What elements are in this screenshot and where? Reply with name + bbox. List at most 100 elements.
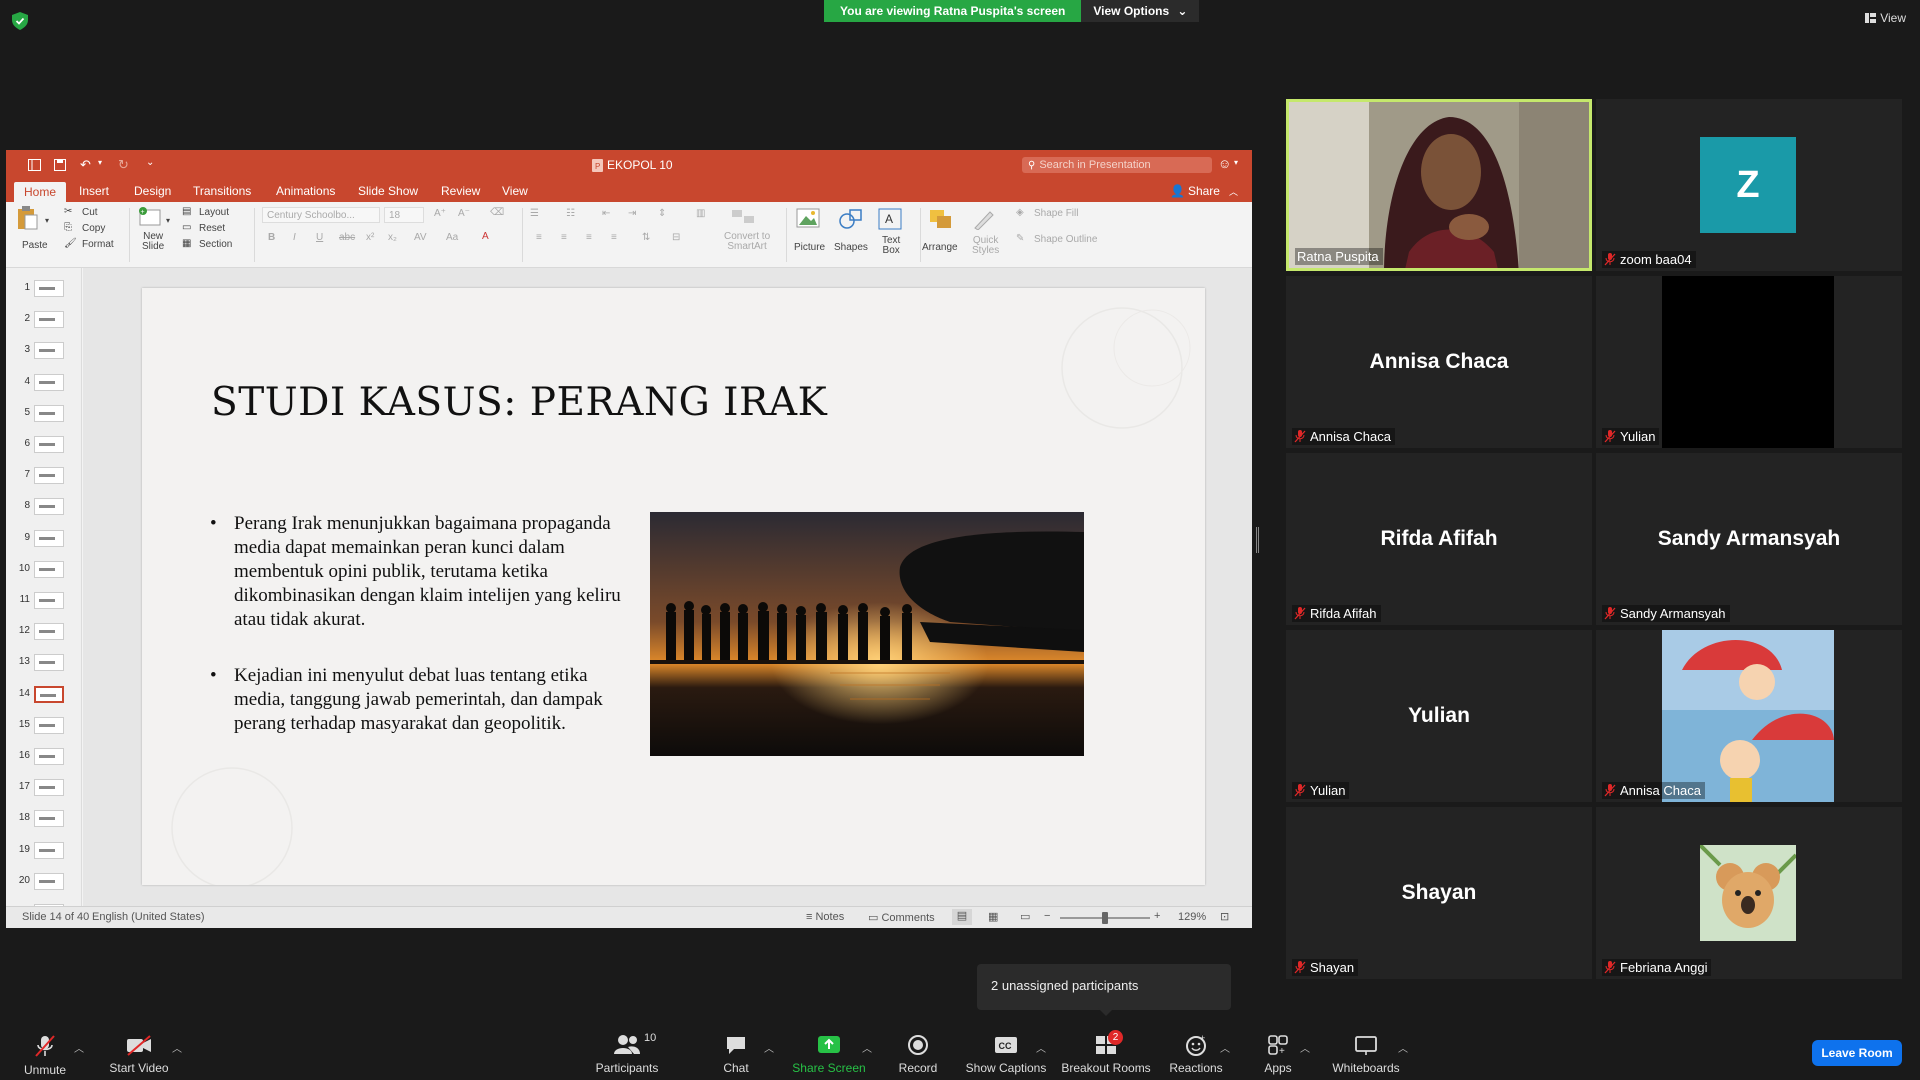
save-icon[interactable] <box>54 159 66 171</box>
format-painter-button[interactable]: Format <box>82 239 114 250</box>
text-direction-icon[interactable]: ⇅ <box>642 232 650 243</box>
security-shield-icon[interactable] <box>12 12 28 30</box>
share-button[interactable]: 👤 Share ︿ <box>1170 184 1238 198</box>
slide-thumbnail[interactable] <box>34 280 64 297</box>
search-presentation-input[interactable]: ⚲ Search in Presentation <box>1022 157 1212 173</box>
align-center-icon[interactable]: ≡ <box>561 232 567 243</box>
slide-thumbnail[interactable] <box>34 841 64 859</box>
reactions-options-caret-icon[interactable]: ︿ <box>1220 1040 1230 1055</box>
new-slide-icon[interactable]: + <box>138 206 162 226</box>
copy-button[interactable]: Copy <box>82 223 105 234</box>
start-video-button[interactable]: Start Video <box>106 1020 172 1080</box>
slide-thumbnail[interactable] <box>34 623 64 641</box>
slide-thumbnail[interactable] <box>34 467 64 485</box>
zoom-in-icon[interactable]: + <box>1154 910 1160 922</box>
comments-button[interactable]: ▭ Comments <box>868 911 935 924</box>
undo-icon[interactable]: ↶ <box>80 157 91 173</box>
slide-thumbnail[interactable] <box>34 436 64 453</box>
slide-sorter-icon[interactable]: ▦ <box>988 910 998 923</box>
participant-tile[interactable]: Annisa Chaca <box>1596 630 1902 802</box>
apps-options-caret-icon[interactable]: ︿ <box>1300 1040 1310 1055</box>
participant-tile[interactable]: Annisa Chaca Annisa Chaca <box>1286 276 1592 448</box>
slide-thumbnail[interactable] <box>34 748 64 765</box>
zoom-level[interactable]: 129% <box>1178 911 1206 923</box>
paste-dropdown-icon[interactable]: ▾ <box>45 216 49 225</box>
participant-tile[interactable]: Ratna Puspita <box>1286 99 1592 271</box>
char-spacing-icon[interactable]: AV <box>414 232 427 243</box>
section-button[interactable]: Section <box>199 239 232 250</box>
arrange-button[interactable]: Arrange <box>922 242 958 253</box>
tab-design[interactable]: Design <box>134 184 171 198</box>
apps-button[interactable]: + Apps <box>1260 1020 1296 1080</box>
redo-icon[interactable]: ↻ <box>118 157 129 173</box>
quick-styles-icon[interactable] <box>972 208 996 230</box>
whiteboards-button[interactable]: Whiteboards <box>1328 1020 1404 1080</box>
tab-slide-show[interactable]: Slide Show <box>358 184 418 198</box>
align-text-icon[interactable]: ⊟ <box>672 232 680 243</box>
decrease-indent-icon[interactable]: ⇤ <box>602 208 610 219</box>
text-box-button[interactable]: Text Box <box>882 236 900 256</box>
leave-room-button[interactable]: Leave Room <box>1812 1040 1902 1066</box>
increase-indent-icon[interactable]: ⇥ <box>628 208 636 219</box>
chat-options-caret-icon[interactable]: ︿ <box>764 1040 774 1055</box>
participant-tile[interactable]: Yulian <box>1596 276 1902 448</box>
current-slide[interactable]: STUDI KASUS: PERANG IRAK Perang Irak men… <box>142 288 1205 885</box>
subscript-icon[interactable]: x₂ <box>388 232 397 243</box>
quick-styles-button[interactable]: Quick Styles <box>972 236 999 256</box>
font-color-icon[interactable]: A <box>482 231 489 242</box>
audio-options-caret-icon[interactable]: ︿ <box>74 1040 84 1055</box>
participant-tile[interactable]: Rifda Afifah Rifda Afifah <box>1286 453 1592 625</box>
font-family-select[interactable]: Century Schoolbo... <box>262 207 380 223</box>
view-options-button[interactable]: View Options ⌄ <box>1081 0 1200 22</box>
fit-to-window-icon[interactable]: ⊡ <box>1220 910 1229 923</box>
notes-button[interactable]: ≡ Notes <box>806 911 844 923</box>
slide-thumbnail[interactable] <box>34 592 64 609</box>
bold-icon[interactable]: B <box>268 232 275 243</box>
participant-tile[interactable]: Febriana Anggi <box>1596 807 1902 979</box>
line-spacing-icon[interactable]: ⇕ <box>658 208 666 219</box>
justify-icon[interactable]: ≡ <box>611 232 617 243</box>
numbering-icon[interactable]: ☷ <box>566 208 575 219</box>
superscript-icon[interactable]: x² <box>366 232 374 243</box>
slide-thumbnail[interactable] <box>34 779 64 797</box>
normal-view-icon[interactable]: ▤ <box>952 909 972 925</box>
arrange-icon[interactable] <box>928 208 954 230</box>
zoom-slider-thumb[interactable] <box>1102 912 1108 924</box>
shapes-button[interactable]: Shapes <box>834 242 868 253</box>
video-options-caret-icon[interactable]: ︿ <box>172 1040 182 1055</box>
tab-transitions[interactable]: Transitions <box>193 184 251 198</box>
layout-button[interactable]: Layout <box>199 207 229 218</box>
collapse-ribbon-icon[interactable]: ︿ <box>1229 185 1238 198</box>
tab-view[interactable]: View <box>502 184 528 198</box>
breakout-rooms-button[interactable]: 2 Breakout Rooms <box>1060 1020 1152 1080</box>
convert-smartart-icon[interactable] <box>730 208 756 226</box>
picture-button[interactable]: Picture <box>794 242 825 253</box>
strikethrough-icon[interactable]: abc <box>339 232 355 243</box>
tab-insert[interactable]: Insert <box>79 184 109 198</box>
unmute-button[interactable]: Unmute <box>20 1020 70 1080</box>
convert-smartart-button[interactable]: Convert to SmartArt <box>724 232 770 252</box>
clear-formatting-icon[interactable]: ⌫ <box>490 207 504 218</box>
slide-thumbnail[interactable] <box>34 311 64 329</box>
align-right-icon[interactable]: ≡ <box>586 232 592 243</box>
slide-thumbnail[interactable] <box>34 872 64 890</box>
paste-icon[interactable] <box>16 206 38 230</box>
slide-thumbnail[interactable] <box>34 560 64 578</box>
italic-icon[interactable]: I <box>293 232 296 243</box>
participant-tile[interactable]: Shayan Shayan <box>1286 807 1592 979</box>
bullets-icon[interactable]: ☰ <box>530 208 539 219</box>
sidebar-toggle-icon[interactable] <box>28 159 41 171</box>
increase-font-icon[interactable]: A⁺ <box>434 208 446 219</box>
zoom-out-icon[interactable]: − <box>1044 910 1050 922</box>
picture-icon[interactable] <box>796 208 820 228</box>
reading-view-icon[interactable]: ▭ <box>1020 910 1030 923</box>
new-slide-dropdown-icon[interactable]: ▾ <box>166 216 170 225</box>
chat-button[interactable]: Chat <box>720 1020 752 1080</box>
show-captions-button[interactable]: CC Show Captions <box>966 1020 1046 1080</box>
participant-tile[interactable]: Sandy Armansyah Sandy Armansyah <box>1596 453 1902 625</box>
change-case-icon[interactable]: Aa <box>446 232 458 243</box>
reset-button[interactable]: Reset <box>199 223 225 234</box>
participants-button[interactable]: 10 Participants <box>592 1020 662 1080</box>
undo-dropdown-icon[interactable]: ▾ <box>98 158 102 167</box>
slide-thumbnail[interactable] <box>34 716 64 734</box>
